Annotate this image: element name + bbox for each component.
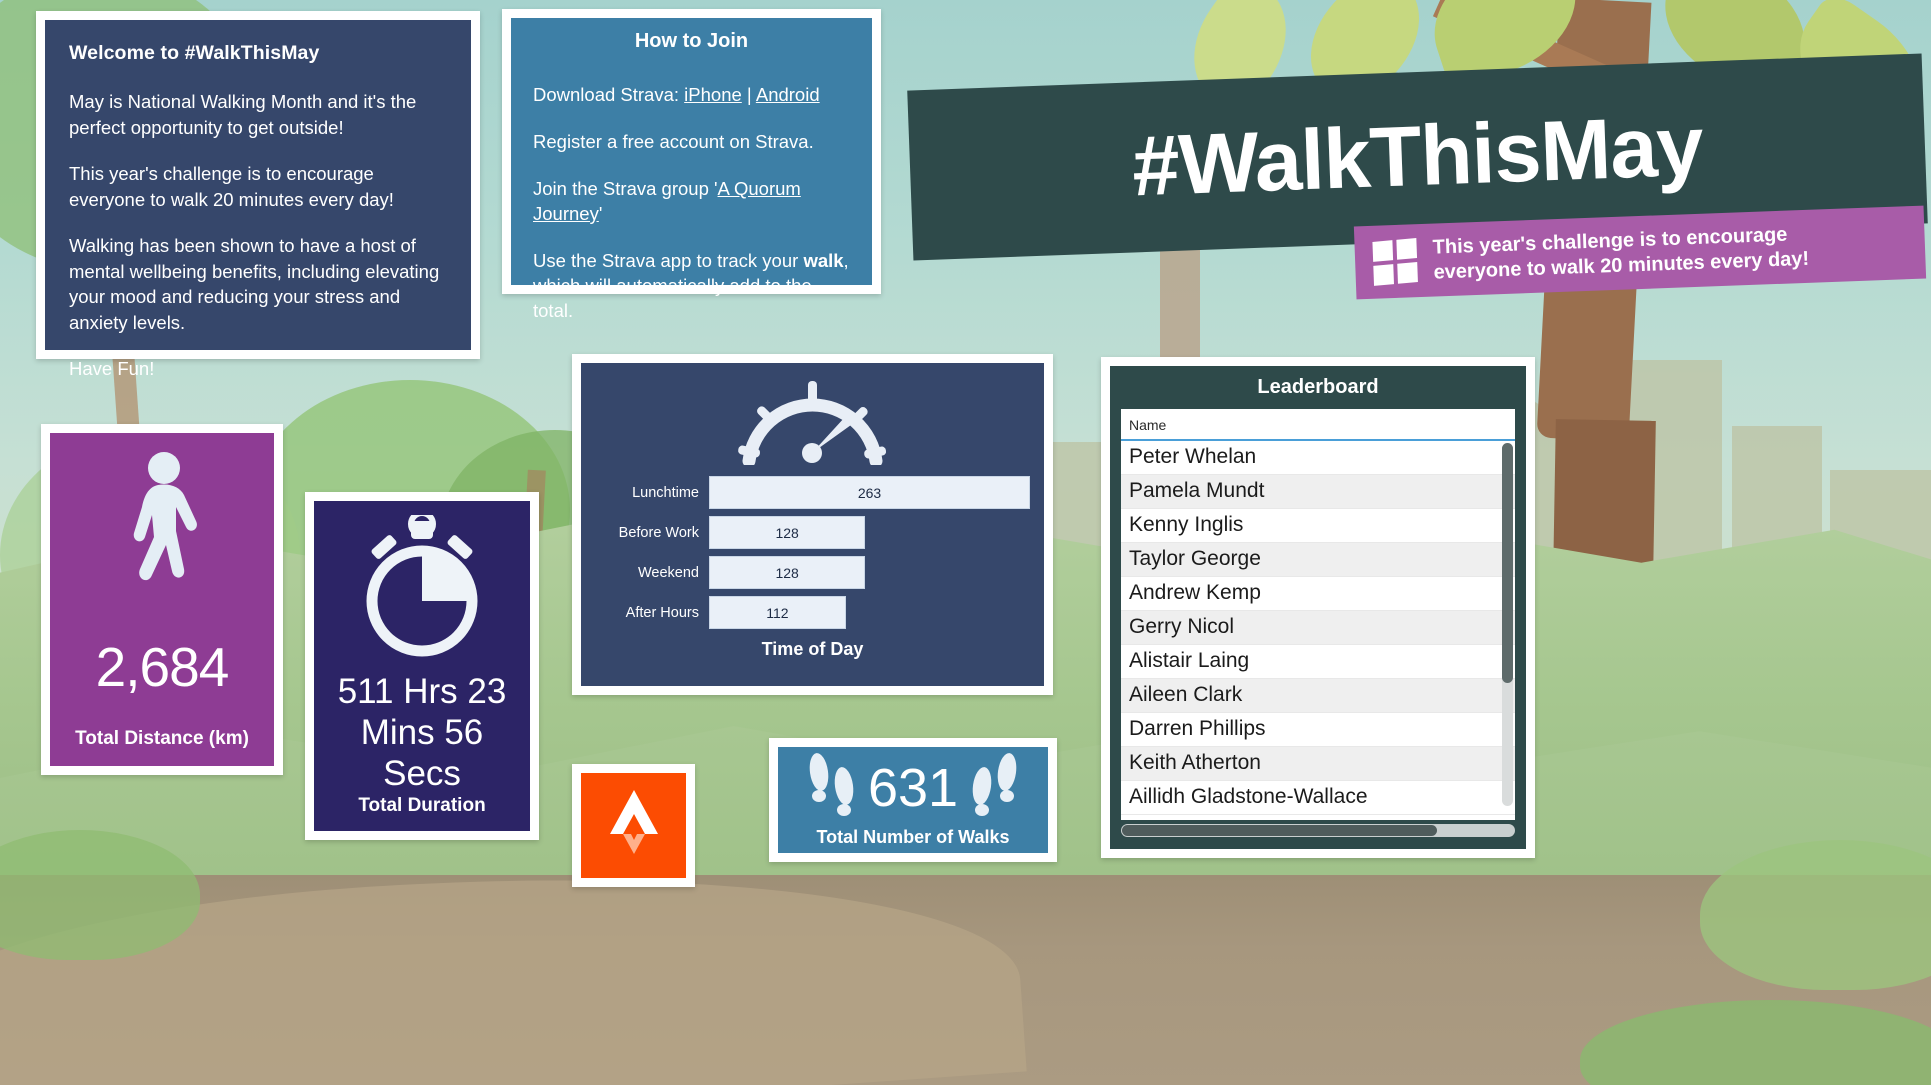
bar-category-label: After Hours <box>625 604 699 621</box>
kpi-total-distance-value: 2,684 <box>95 636 230 698</box>
bar-category-label: Before Work <box>618 524 699 541</box>
leaderboard-table: Name Peter Whelan Pamela Mundt Kenny Ing… <box>1121 409 1515 820</box>
table-row[interactable]: Alistair Laing <box>1121 645 1515 679</box>
kpi-total-duration-value: 511 Hrs 23 Mins 56 Secs <box>324 671 520 795</box>
welcome-paragraph-1: May is National Walking Month and it's t… <box>69 91 417 138</box>
walking-person-icon <box>114 451 210 606</box>
bar-value-label: 128 <box>775 564 799 581</box>
challenge-badge-text: This year's challenge is to encourage ev… <box>1432 221 1809 285</box>
table-row[interactable]: Pamela Mundt <box>1121 475 1515 509</box>
leaderboard-horizontal-scroll-thumb[interactable] <box>1122 825 1438 836</box>
table-row[interactable]: Andrew Kemp <box>1121 577 1515 611</box>
join-step-group: Join the Strava group 'A Quorum Journey' <box>533 177 850 227</box>
table-row[interactable]: Gerry Nicol <box>1121 611 1515 645</box>
bar-value-label: 263 <box>857 484 882 501</box>
leaderboard-rows: Peter Whelan Pamela Mundt Kenny Inglis T… <box>1121 441 1515 820</box>
welcome-paragraph-2: This year's challenge is to encourage ev… <box>69 163 394 210</box>
join-step-register: Register a free account on Strava. <box>533 130 814 152</box>
leaderboard-horizontal-scrollbar[interactable] <box>1121 824 1515 837</box>
kpi-total-duration-label: Total Duration <box>358 794 486 816</box>
welcome-panel: Welcome to #WalkThisMay May is National … <box>36 11 480 379</box>
leaderboard-vertical-scrollbar[interactable] <box>1502 443 1513 806</box>
bar-chart-bars: Lunchtime 263 Before Work 128 Weekend 12… <box>595 476 1030 629</box>
join-group-suffix: ' <box>598 202 603 224</box>
windows-logo-icon <box>1372 237 1418 286</box>
bar-row: Before Work 128 <box>599 516 1030 549</box>
android-link[interactable]: Android <box>756 84 820 105</box>
kpi-total-walks: 631 Total Number of Walks <box>769 738 1057 862</box>
kpi-total-distance-label: Total Distance (km) <box>75 728 249 749</box>
bar-fill: 112 <box>709 596 846 629</box>
join-step-track: Use the Strava app to track your walk, w… <box>533 249 850 324</box>
bar-track: 112 <box>709 596 1030 629</box>
kpi-total-duration: 511 Hrs 23 Mins 56 Secs Total Duration <box>305 492 539 840</box>
download-label: Download Strava: <box>533 84 685 105</box>
footprints-icon <box>804 750 862 825</box>
dashboard-canvas: Welcome to #WalkThisMay May is National … <box>0 0 1931 1085</box>
welcome-paragraph-4: Have Fun! <box>69 358 155 380</box>
footprints-icon <box>964 750 1022 825</box>
welcome-heading: Welcome to #WalkThisMay <box>69 42 320 64</box>
how-to-join-heading: How to Join <box>634 30 749 52</box>
kpi-total-distance: 2,684 Total Distance (km) <box>41 424 283 775</box>
track-text-a: Use the Strava app to track your <box>533 249 804 271</box>
time-of-day-chart-panel: Lunchtime 263 Before Work 128 Weekend 12… <box>572 354 1053 695</box>
table-row[interactable]: Darren Phillips <box>1121 713 1515 747</box>
table-row[interactable]: Kenny Inglis <box>1121 509 1515 543</box>
bar-fill: 128 <box>709 556 866 589</box>
bar-row: Lunchtime 263 <box>599 476 1030 509</box>
bar-track: 128 <box>709 516 1030 549</box>
bar-track: 263 <box>709 476 1030 509</box>
leaderboard-title: Leaderboard <box>1257 376 1379 398</box>
gauge-icon <box>735 373 890 470</box>
join-step-download: Download Strava: iPhone | Android <box>533 83 850 108</box>
chart-axis-title: Time of Day <box>761 639 864 659</box>
iphone-link[interactable]: iPhone <box>684 84 742 105</box>
kpi-total-walks-label: Total Number of Walks <box>816 827 1010 847</box>
kpi-duration-line1: 511 Hrs 23 <box>337 671 507 711</box>
bar-category-label: Weekend <box>638 564 699 581</box>
hashtag-sign-text: #WalkThisMay <box>1130 98 1705 215</box>
link-separator: | <box>741 84 756 105</box>
leaderboard-panel: Leaderboard Name Peter Whelan Pamela Mun… <box>1101 357 1535 858</box>
join-group-prefix: Join the Strava group ' <box>533 177 718 199</box>
welcome-paragraph-3: Walking has been shown to have a host of… <box>69 235 440 333</box>
bar-value-label: 112 <box>766 604 789 621</box>
kpi-total-walks-value: 631 <box>867 757 959 818</box>
table-row[interactable]: Aileen Clark <box>1121 679 1515 713</box>
strava-logo-icon <box>598 784 670 867</box>
gauge-icon-wrapper <box>595 373 1030 470</box>
table-row[interactable]: Taylor George <box>1121 543 1515 577</box>
table-row[interactable]: Keith Atherton <box>1121 747 1515 781</box>
kpi-duration-line2: Mins 56 Secs <box>360 712 484 794</box>
track-walk-bold: walk <box>803 249 844 271</box>
bar-category-label: Lunchtime <box>632 484 699 501</box>
leaderboard-column-header[interactable]: Name <box>1121 409 1515 441</box>
stopwatch-icon <box>347 510 497 670</box>
walks-value-row: 631 <box>804 750 1022 825</box>
bar-track: 128 <box>709 556 1030 589</box>
table-row[interactable]: Peter Whelan <box>1121 441 1515 475</box>
table-row[interactable]: Aillidh Gladstone-Wallace <box>1121 781 1515 815</box>
how-to-join-panel: How to Join Download Strava: iPhone | An… <box>502 9 881 321</box>
leaderboard-vertical-scroll-thumb[interactable] <box>1502 443 1513 683</box>
bar-fill: 263 <box>709 476 1030 509</box>
strava-logo-tile[interactable] <box>572 764 695 887</box>
bar-row: After Hours 112 <box>599 596 1030 629</box>
bar-row: Weekend 128 <box>599 556 1030 589</box>
bar-fill: 128 <box>709 516 866 549</box>
bar-value-label: 128 <box>775 524 799 541</box>
